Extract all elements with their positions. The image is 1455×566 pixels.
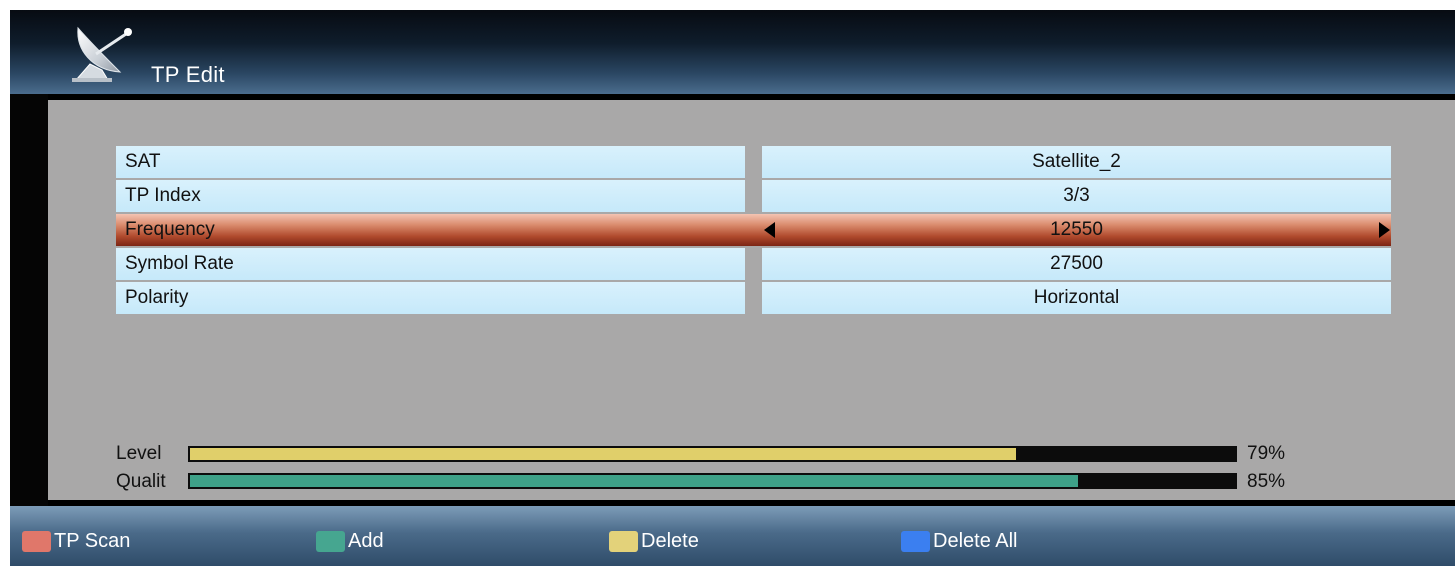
frequency-value: 12550 <box>1050 219 1103 240</box>
tp-scan-label: TP Scan <box>54 529 131 552</box>
row-value: 3/3 <box>762 180 1391 212</box>
quality-label: Qualit <box>116 471 166 492</box>
row-frequency[interactable]: Frequency 12550 <box>116 214 1391 246</box>
row-symbol-rate[interactable]: Symbol Rate 27500 <box>116 248 1391 280</box>
row-value: 12550 <box>762 214 1391 246</box>
level-bar-fill <box>190 448 1016 460</box>
satellite-dish-icon <box>72 26 132 82</box>
footer-bar: TP Scan Add Delete Delete All <box>10 506 1455 566</box>
tp-edit-panel: SAT Satellite_2 TP Index 3/3 Frequency 1… <box>48 100 1455 500</box>
red-key-icon <box>22 530 51 552</box>
yellow-key-icon <box>609 530 638 552</box>
add-label: Add <box>348 529 384 552</box>
row-value: Horizontal <box>762 282 1391 314</box>
row-tp-index[interactable]: TP Index 3/3 <box>116 180 1391 212</box>
row-label: TP Index <box>116 180 745 212</box>
row-polarity[interactable]: Polarity Horizontal <box>116 282 1391 314</box>
blue-key-icon <box>901 530 930 552</box>
tp-edit-screen: TP Edit SAT Satellite_2 TP Index 3/3 Fre… <box>10 10 1455 566</box>
page-title: TP Edit <box>151 62 225 87</box>
header-bar: TP Edit <box>10 10 1455 94</box>
level-percent: 79% <box>1247 443 1286 464</box>
arrow-right-icon[interactable] <box>1379 222 1390 238</box>
level-label: Level <box>116 443 162 464</box>
quality-bar-fill <box>190 475 1078 487</box>
quality-percent: 85% <box>1247 471 1286 492</box>
quality-bar <box>188 473 1237 489</box>
row-label: Symbol Rate <box>116 248 745 280</box>
left-stripe <box>10 94 48 506</box>
green-key-icon <box>316 530 345 552</box>
level-bar <box>188 446 1237 462</box>
row-value: 27500 <box>762 248 1391 280</box>
delete-label: Delete <box>641 529 699 552</box>
delete-button[interactable]: Delete <box>609 530 699 552</box>
delete-all-label: Delete All <box>933 529 1018 552</box>
row-label: Frequency <box>116 214 762 246</box>
row-value: Satellite_2 <box>762 146 1391 178</box>
row-label: Polarity <box>116 282 745 314</box>
delete-all-button[interactable]: Delete All <box>901 530 1018 552</box>
arrow-left-icon[interactable] <box>764 222 775 238</box>
row-label: SAT <box>116 146 745 178</box>
row-sat[interactable]: SAT Satellite_2 <box>116 146 1391 178</box>
tp-scan-button[interactable]: TP Scan <box>22 530 130 552</box>
add-button[interactable]: Add <box>316 530 384 552</box>
